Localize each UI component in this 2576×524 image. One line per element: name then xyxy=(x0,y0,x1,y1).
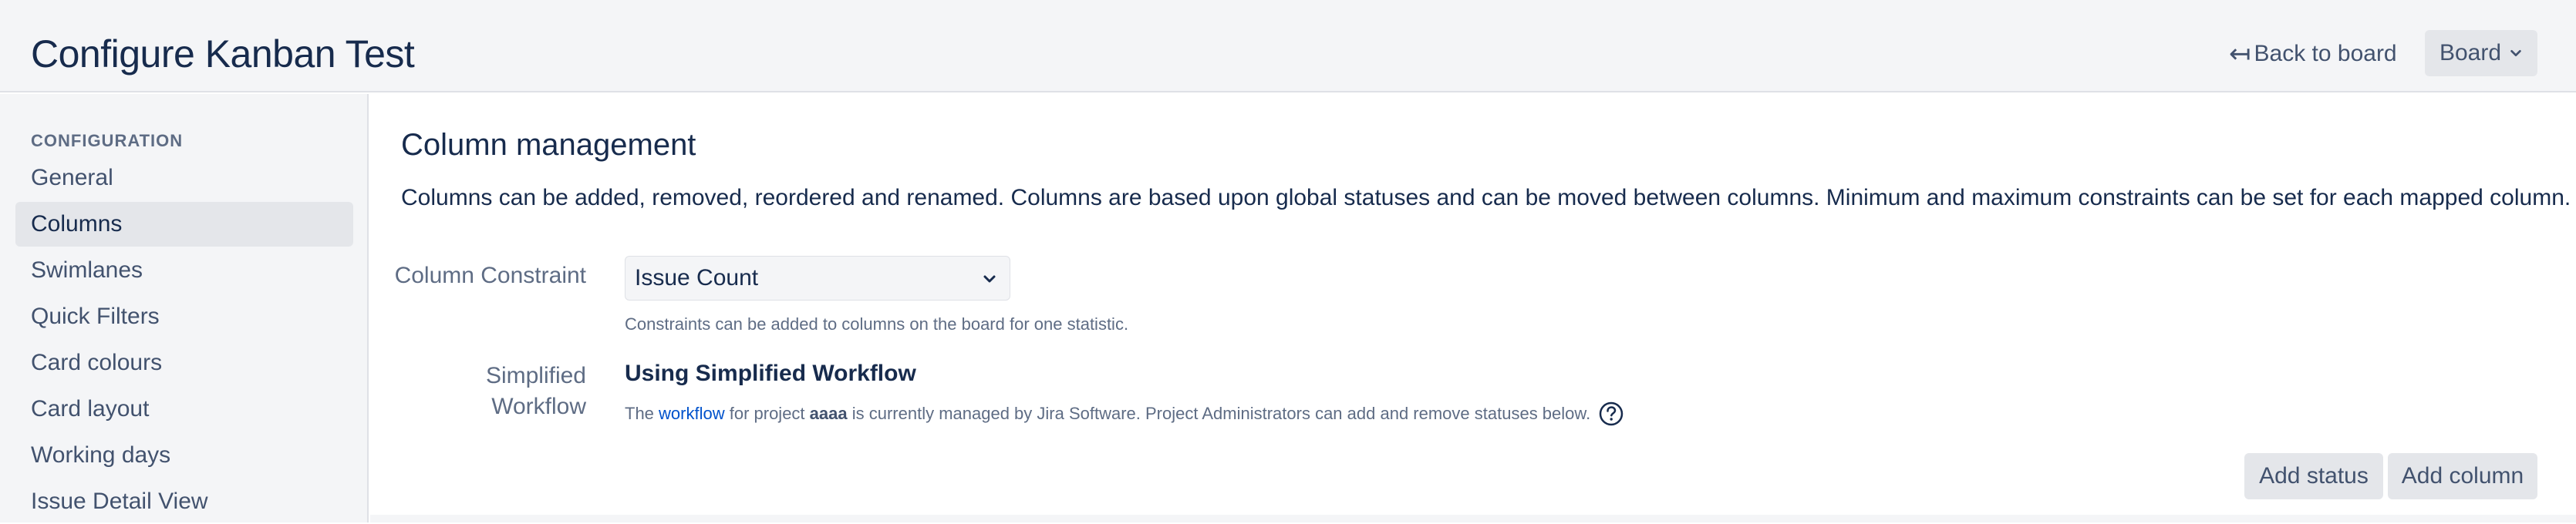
sidebar-item-label: Card layout xyxy=(31,396,150,422)
sidebar-item-general[interactable]: General xyxy=(15,156,353,200)
sidebar-item-label: Quick Filters xyxy=(31,304,160,329)
workflow-title: Using Simplified Workflow xyxy=(625,361,916,386)
sidebar-heading: CONFIGURATION xyxy=(31,131,184,150)
add-column-button[interactable]: Add column xyxy=(2388,453,2537,499)
workflow-link[interactable]: workflow xyxy=(659,404,725,424)
sidebar-item-card-layout[interactable]: Card layout xyxy=(15,387,353,432)
sidebar: CONFIGURATION General Columns Swimlanes … xyxy=(0,94,369,522)
simplified-workflow-label-line2: Workflow xyxy=(491,394,586,419)
workflow-desc-middle: for project xyxy=(724,404,810,423)
simplified-workflow-label-line1: Simplified xyxy=(485,363,586,388)
help-icon[interactable] xyxy=(1598,401,1624,427)
project-key: aaaa xyxy=(809,404,848,423)
column-constraint-label: Column Constraint xyxy=(394,263,586,288)
sidebar-item-swimlanes[interactable]: Swimlanes xyxy=(15,248,353,293)
add-status-label: Add status xyxy=(2259,463,2369,489)
workflow-description: The workflow for project aaaa is current… xyxy=(625,401,1624,427)
sidebar-item-columns[interactable]: Columns xyxy=(15,202,353,247)
main-content: Column management Columns can be added, … xyxy=(370,94,2576,522)
sidebar-item-label: Working days xyxy=(31,442,171,468)
board-menu-label: Board xyxy=(2439,40,2502,66)
simplified-workflow-label: Simplified Workflow xyxy=(486,361,586,422)
back-arrow-icon: ↤ xyxy=(2229,39,2251,69)
chevron-down-icon xyxy=(983,275,996,283)
add-status-button[interactable]: Add status xyxy=(2244,453,2383,499)
sidebar-item-label: Swimlanes xyxy=(31,257,143,283)
sidebar-item-issue-detail-view[interactable]: Issue Detail View xyxy=(15,479,353,524)
back-to-board-label: Back to board xyxy=(2254,41,2397,66)
content-bottom-divider xyxy=(370,515,2576,522)
column-constraint-select[interactable]: Issue Count xyxy=(625,256,1010,301)
page-title: Configure Kanban Test xyxy=(31,32,415,76)
constraint-help-text: Constraints can be added to columns on t… xyxy=(625,314,1129,334)
board-menu-button[interactable]: Board xyxy=(2425,30,2537,76)
add-column-label: Add column xyxy=(2401,463,2524,489)
back-to-board-link[interactable]: ↤ Back to board xyxy=(2229,37,2397,71)
sidebar-item-quick-filters[interactable]: Quick Filters xyxy=(15,294,353,339)
sidebar-item-card-colours[interactable]: Card colours xyxy=(15,341,353,385)
sidebar-item-label: Columns xyxy=(31,211,123,237)
sidebar-item-label: General xyxy=(31,165,113,190)
chevron-down-icon xyxy=(2510,49,2521,57)
page-header: Configure Kanban Test ↤ Back to board Bo… xyxy=(0,0,2576,92)
sidebar-item-working-days[interactable]: Working days xyxy=(15,433,353,478)
column-constraint-value: Issue Count xyxy=(635,265,759,291)
workflow-desc-prefix: The xyxy=(625,404,659,423)
section-title: Column management xyxy=(401,128,696,162)
section-description: Columns can be added, removed, reordered… xyxy=(401,185,2571,210)
sidebar-item-label: Card colours xyxy=(31,350,163,375)
sidebar-item-label: Issue Detail View xyxy=(31,489,208,514)
workflow-desc-suffix: is currently managed by Jira Software. P… xyxy=(847,404,1591,423)
